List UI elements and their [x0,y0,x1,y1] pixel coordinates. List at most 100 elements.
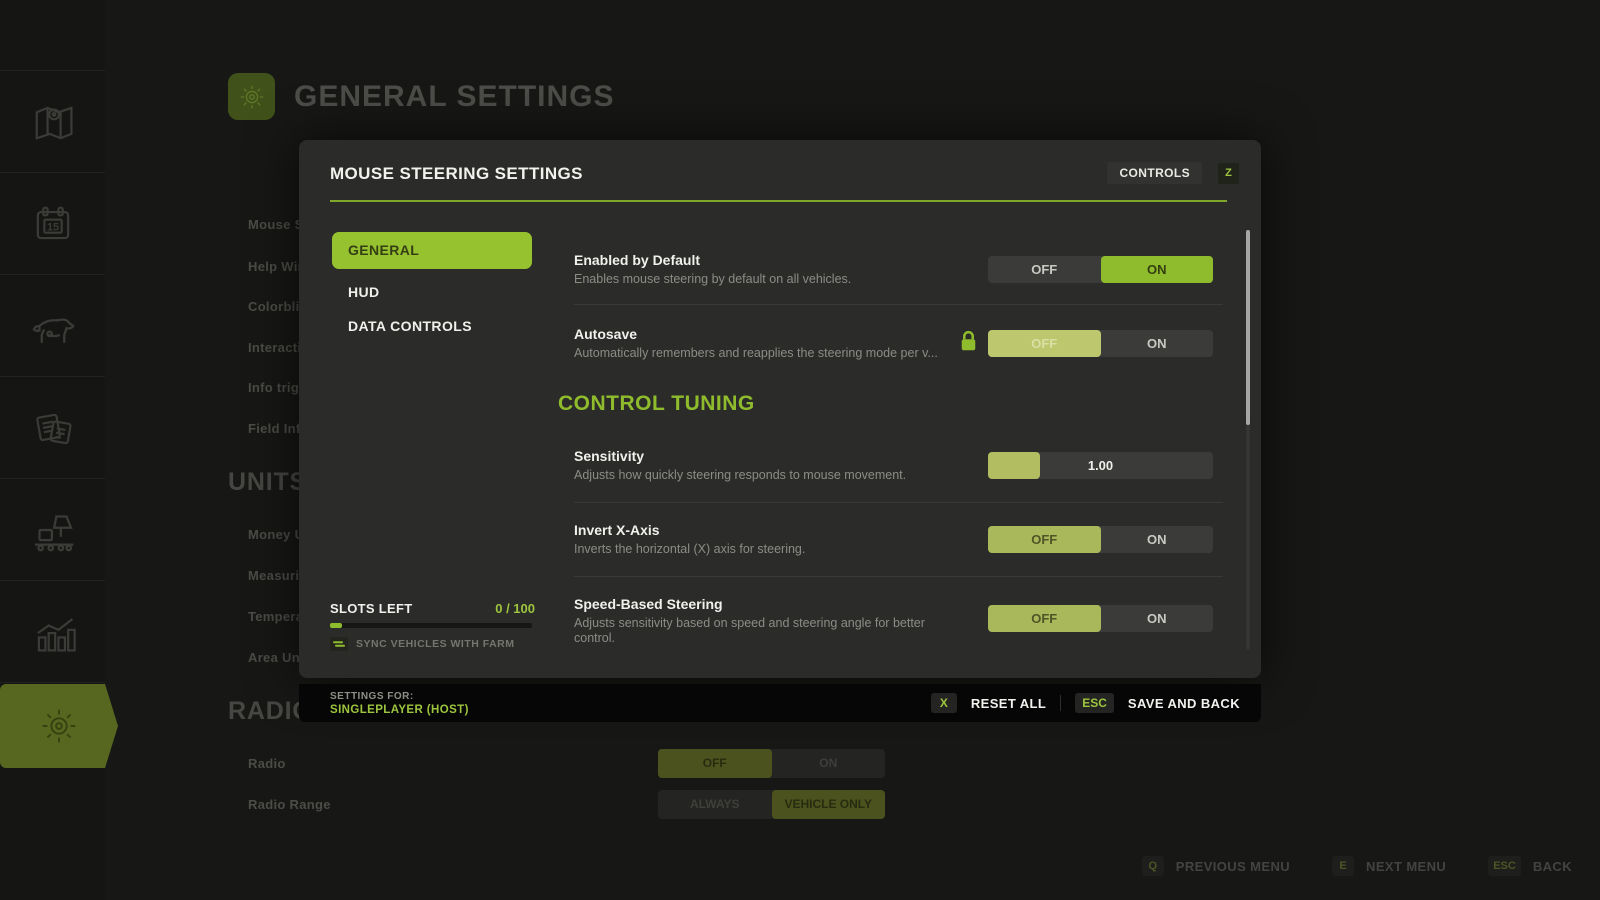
setting-title-invert-x-axis: Invert X-Axis [574,522,660,538]
key-badge-esc: ESC [1488,856,1521,876]
bg-section-units: UNITS [228,468,307,497]
toggle-enabled-by-default: OFF ON [988,256,1213,283]
divider [1060,695,1061,711]
key-badge-esc: ESC [1075,693,1114,713]
sync-vehicles-label: SYNC VEHICLES WITH FARM [356,638,515,650]
controls-shortcut[interactable]: CONTROLS Z [1107,162,1239,184]
controls-label: CONTROLS [1107,162,1202,184]
bg-radio-range-toggle: ALWAYS VEHICLE ONLY [658,790,885,819]
toggle-off-button[interactable]: OFF [988,330,1101,357]
bg-toggle-vehicle-only: VEHICLE ONLY [772,790,886,819]
slots-left-value: 0 / 100 [495,601,535,616]
settings-for-value: SINGLEPLAYER (HOST) [330,704,469,716]
statistics-icon [27,606,79,658]
sidebar-item-animals [0,276,105,376]
toggle-on-button[interactable]: ON [1101,526,1214,553]
key-badge-x: X [931,693,957,713]
bg-toggle-always: ALWAYS [658,790,772,819]
scrollbar-track[interactable] [1246,230,1250,650]
sidebar-item-settings [0,684,118,768]
mouse-steering-settings-dialog: MOUSE STEERING SETTINGS CONTROLS Z GENER… [299,140,1261,678]
tab-data-controls[interactable]: DATA CONTROLS [348,318,472,334]
save-and-back-button[interactable]: SAVE AND BACK [1128,696,1240,711]
setting-desc-invert-x-axis: Inverts the horizontal (X) axis for stee… [574,542,974,557]
bg-toggle-on: ON [772,749,886,778]
sidebar-item-contracts [0,378,105,478]
contracts-icon [27,402,79,454]
toggle-autosave: OFF ON [988,330,1213,357]
divider [0,580,105,581]
slots-progress-fill [330,623,342,628]
key-badge-next: E [1332,856,1354,876]
settings-for-label: SETTINGS FOR: [330,691,469,702]
key-badge-previous: Q [1142,856,1164,876]
general-settings-icon [228,73,275,120]
toggle-invert-x-axis: OFF ON [988,526,1213,553]
sensitivity-slider[interactable]: 1.00 [988,452,1213,479]
sidebar-item-calendar: 15 [0,174,105,274]
next-menu-label: NEXT MENU [1366,859,1446,874]
divider [0,682,105,683]
page-title: GENERAL SETTINGS [294,80,614,114]
divider [0,376,105,377]
row-divider [574,304,1223,305]
bg-setting-label: Radio [248,756,286,771]
lock-icon [960,330,977,357]
divider [0,274,105,275]
tab-general[interactable]: GENERAL [332,232,532,269]
slots-progress-bar [330,623,532,628]
setting-desc-enabled-by-default: Enables mouse steering by default on all… [574,272,974,287]
map-icon [27,96,79,148]
row-divider [574,502,1223,503]
dialog-title: MOUSE STEERING SETTINGS [330,164,583,184]
sync-vehicles-control[interactable]: SYNC VEHICLES WITH FARM [330,637,515,651]
toggle-on-button[interactable]: ON [1101,605,1214,632]
footer-actions: X RESET ALL ESC SAVE AND BACK [931,693,1240,713]
setting-title-autosave: Autosave [574,326,637,342]
slots-left-label: SLOTS LEFT [330,601,412,616]
setting-desc-autosave: Automatically remembers and reapplies th… [574,346,974,361]
reset-all-button[interactable]: RESET ALL [971,696,1046,711]
setting-desc-speed-based-steering: Adjusts sensitivity based on speed and s… [574,616,964,646]
toggle-on-button[interactable]: ON [1101,256,1214,283]
scrollbar-thumb[interactable] [1246,230,1250,425]
divider [0,172,105,173]
sync-icon [330,637,348,651]
tab-hud[interactable]: HUD [348,284,380,300]
dialog-footer-bar: SETTINGS FOR: SINGLEPLAYER (HOST) X RESE… [299,684,1261,722]
row-divider [574,576,1223,577]
bottom-hint-bar: Q PREVIOUS MENU E NEXT MENU ESC BACK [1142,853,1572,879]
key-badge-z: Z [1218,163,1239,184]
toggle-speed-based-steering: OFF ON [988,605,1213,632]
bg-setting-label: Money U [248,527,304,542]
bg-toggle-off: OFF [658,749,772,778]
production-icon [26,503,80,557]
toggle-off-button[interactable]: OFF [988,526,1101,553]
calendar-icon: 15 [27,198,79,250]
previous-menu-label: PREVIOUS MENU [1176,859,1290,874]
setting-desc-sensitivity: Adjusts how quickly steering responds to… [574,468,974,483]
animals-icon [26,299,80,353]
bg-setting-label: Help Win [248,259,306,274]
toggle-on-button[interactable]: ON [1101,330,1214,357]
settings-icon [36,703,82,749]
bg-setting-label: Radio Range [248,797,331,812]
sidebar-item-map [0,72,105,172]
gear-icon [237,82,267,112]
sidebar: 15 [0,0,105,900]
section-header-control-tuning: CONTROL TUNING [558,392,755,416]
sidebar-item-production [0,480,105,580]
slider-value: 1.00 [988,452,1213,479]
settings-for-block: SETTINGS FOR: SINGLEPLAYER (HOST) [330,691,469,716]
toggle-off-button[interactable]: OFF [988,256,1101,283]
divider [0,478,105,479]
back-label: BACK [1533,859,1572,874]
setting-title-enabled-by-default: Enabled by Default [574,252,700,268]
setting-title-sensitivity: Sensitivity [574,448,644,464]
bg-radio-toggle: OFF ON [658,749,885,778]
toggle-off-button[interactable]: OFF [988,605,1101,632]
setting-title-speed-based-steering: Speed-Based Steering [574,596,723,612]
slots-left-row: SLOTS LEFT 0 / 100 [330,601,535,616]
sidebar-item-statistics [0,582,105,682]
svg-text:15: 15 [46,222,58,234]
